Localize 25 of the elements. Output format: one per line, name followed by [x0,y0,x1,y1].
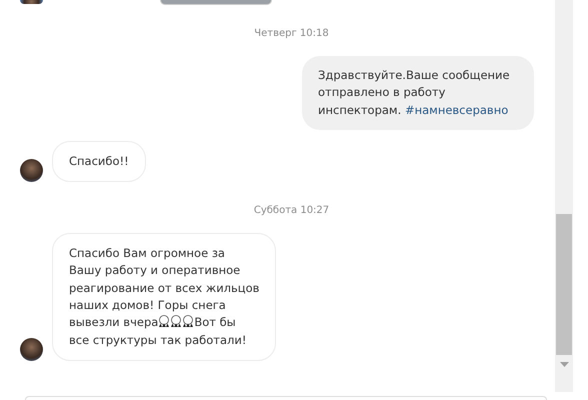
hashtag-link[interactable]: #намневсеравно [404,102,508,117]
message-text: отправлено в работу [318,85,446,100]
message-text: инспекторам. [318,102,402,117]
date-separator: Четверг 10:18 [253,28,330,39]
message-text: все структуры так работали! [69,332,246,347]
emoji-icon [182,315,194,328]
message-text: Спасибо!! [69,154,129,168]
message-text: Вот бы [194,315,236,330]
avatar-icon[interactable] [20,159,43,182]
date-separator: Суббота 10:27 [252,205,330,216]
emoji-icon [158,315,170,328]
message-text: Спасибо Вам огромное за [69,246,225,260]
scroll-down-icon[interactable] [560,362,568,367]
emoji-icon [170,315,182,328]
message-text: реагирование от всех жильцов [69,280,260,295]
avatar-icon[interactable] [20,0,43,4]
scrollbar-thumb[interactable] [556,214,572,355]
message-text: наших домов! Горы снега [69,298,226,312]
message-text: Здравствуйте.Ваше сообщение [318,68,510,82]
avatar-icon[interactable] [20,338,43,361]
photo-placeholder[interactable] [160,0,272,5]
message-text: Вашу работу и оперативное [69,263,240,278]
scrollbar[interactable] [555,0,573,392]
message-text: вывезли вчера [69,315,158,330]
message-input-field[interactable] [25,396,547,400]
